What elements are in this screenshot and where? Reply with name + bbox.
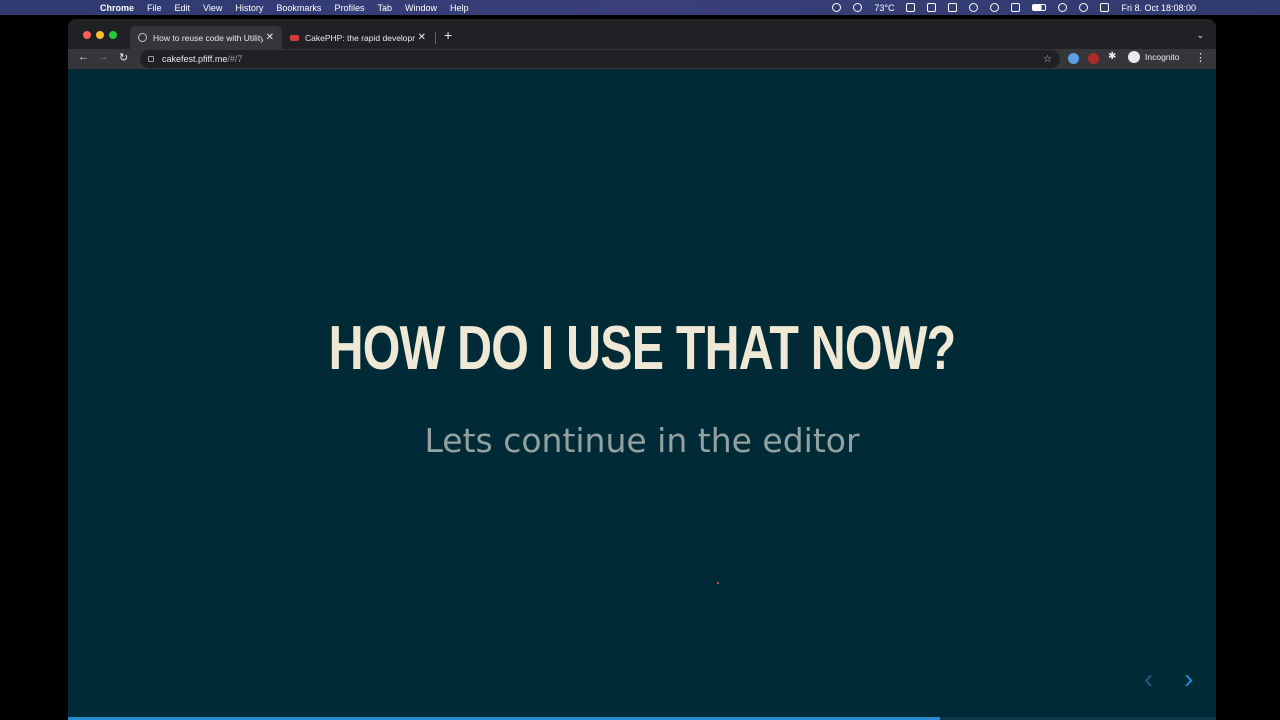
spotlight-icon[interactable] (1079, 3, 1089, 12)
prev-slide-chevron-icon[interactable]: ‹ (1144, 663, 1153, 695)
slide-title: HOW DO I USE THAT NOW? (328, 314, 956, 383)
battery-icon[interactable] (1032, 4, 1047, 11)
url-path: /#/7 (227, 54, 243, 64)
clock[interactable]: Fri 8. Oct 18:08:00 (1121, 3, 1196, 13)
browser-toolbar: ← → ↻ cakefest.pfiff.me /#/7 ☆ ✱ Incogni… (68, 49, 1216, 69)
menu-tab[interactable]: Tab (377, 3, 392, 13)
extension-grammarly-icon[interactable] (1068, 53, 1079, 64)
globe-icon (138, 33, 147, 42)
browser-window: How to reuse code with Utility ✕ CakePHP… (68, 19, 1216, 720)
menu-bookmarks[interactable]: Bookmarks (276, 3, 321, 13)
slide-viewport: HOW DO I USE THAT NOW? Lets continue in … (68, 69, 1216, 720)
menu-window[interactable]: Window (405, 3, 437, 13)
cakephp-icon (290, 34, 299, 41)
tab-search-chevron-icon[interactable]: ⌄ (1196, 30, 1204, 41)
mouse-cursor (717, 582, 719, 584)
extension-ublock-icon[interactable] (1088, 53, 1099, 64)
volume-icon[interactable] (969, 3, 979, 12)
back-arrow-icon[interactable]: ← (78, 51, 89, 63)
incognito-label: Incognito (1145, 52, 1180, 62)
tab-cakephp[interactable]: CakePHP: the rapid developme ✕ (282, 26, 434, 49)
browser-menu-icon[interactable]: ⋮ (1195, 51, 1206, 64)
tab-strip: How to reuse code with Utility ✕ CakePHP… (68, 19, 1216, 49)
minimize-window-button[interactable] (96, 31, 104, 39)
bluetooth-icon[interactable] (1011, 3, 1021, 12)
incognito-indicator[interactable]: Incognito (1128, 51, 1180, 63)
time-machine-icon[interactable] (990, 3, 1000, 12)
zoom-window-button[interactable] (109, 31, 117, 39)
macos-menu-bar: Chrome File Edit View History Bookmarks … (0, 0, 1280, 15)
extensions-puzzle-icon[interactable]: ✱ (1108, 51, 1116, 62)
hand-icon[interactable] (948, 3, 958, 12)
url-host: cakefest.pfiff.me (162, 54, 228, 64)
status-area: 73°C Fri 8. Oct 18:08:00 (820, 0, 1196, 15)
bookmark-star-icon[interactable]: ☆ (1043, 54, 1052, 65)
tab-separator (435, 32, 436, 44)
menu-profiles[interactable]: Profiles (334, 3, 364, 13)
slide-subtitle: Lets continue in the editor (424, 421, 860, 460)
record-icon[interactable] (853, 3, 863, 12)
tab-title: How to reuse code with Utility (153, 32, 263, 43)
menu-items: Chrome File Edit View History Bookmarks … (0, 0, 482, 15)
wifi-icon[interactable] (1058, 3, 1068, 12)
menu-history[interactable]: History (235, 3, 263, 13)
tab-title: CakePHP: the rapid developme (305, 32, 415, 43)
menu-file[interactable]: File (147, 3, 162, 13)
forward-arrow-icon[interactable]: → (98, 51, 109, 63)
next-slide-chevron-icon[interactable]: › (1184, 663, 1193, 695)
lock-icon[interactable] (148, 56, 154, 62)
clip-icon[interactable] (927, 3, 937, 12)
close-window-button[interactable] (83, 31, 91, 39)
new-tab-button[interactable]: + (444, 27, 452, 43)
temperature-readout[interactable]: 73°C (874, 3, 894, 13)
skype-icon[interactable] (906, 3, 916, 12)
control-center-icon[interactable] (1100, 3, 1110, 12)
menu-app-name[interactable]: Chrome (100, 3, 134, 13)
menu-view[interactable]: View (203, 3, 222, 13)
incognito-icon (1128, 51, 1140, 63)
close-tab-icon[interactable]: ✕ (266, 32, 274, 43)
close-tab-icon[interactable]: ✕ (418, 32, 426, 43)
tab-utility-code[interactable]: How to reuse code with Utility ✕ (130, 26, 282, 49)
menu-help[interactable]: Help (450, 3, 469, 13)
creative-cloud-icon[interactable] (832, 3, 842, 12)
menu-edit[interactable]: Edit (175, 3, 191, 13)
address-bar[interactable]: cakefest.pfiff.me /#/7 ☆ (140, 50, 1060, 68)
reload-icon[interactable]: ↻ (119, 51, 128, 64)
